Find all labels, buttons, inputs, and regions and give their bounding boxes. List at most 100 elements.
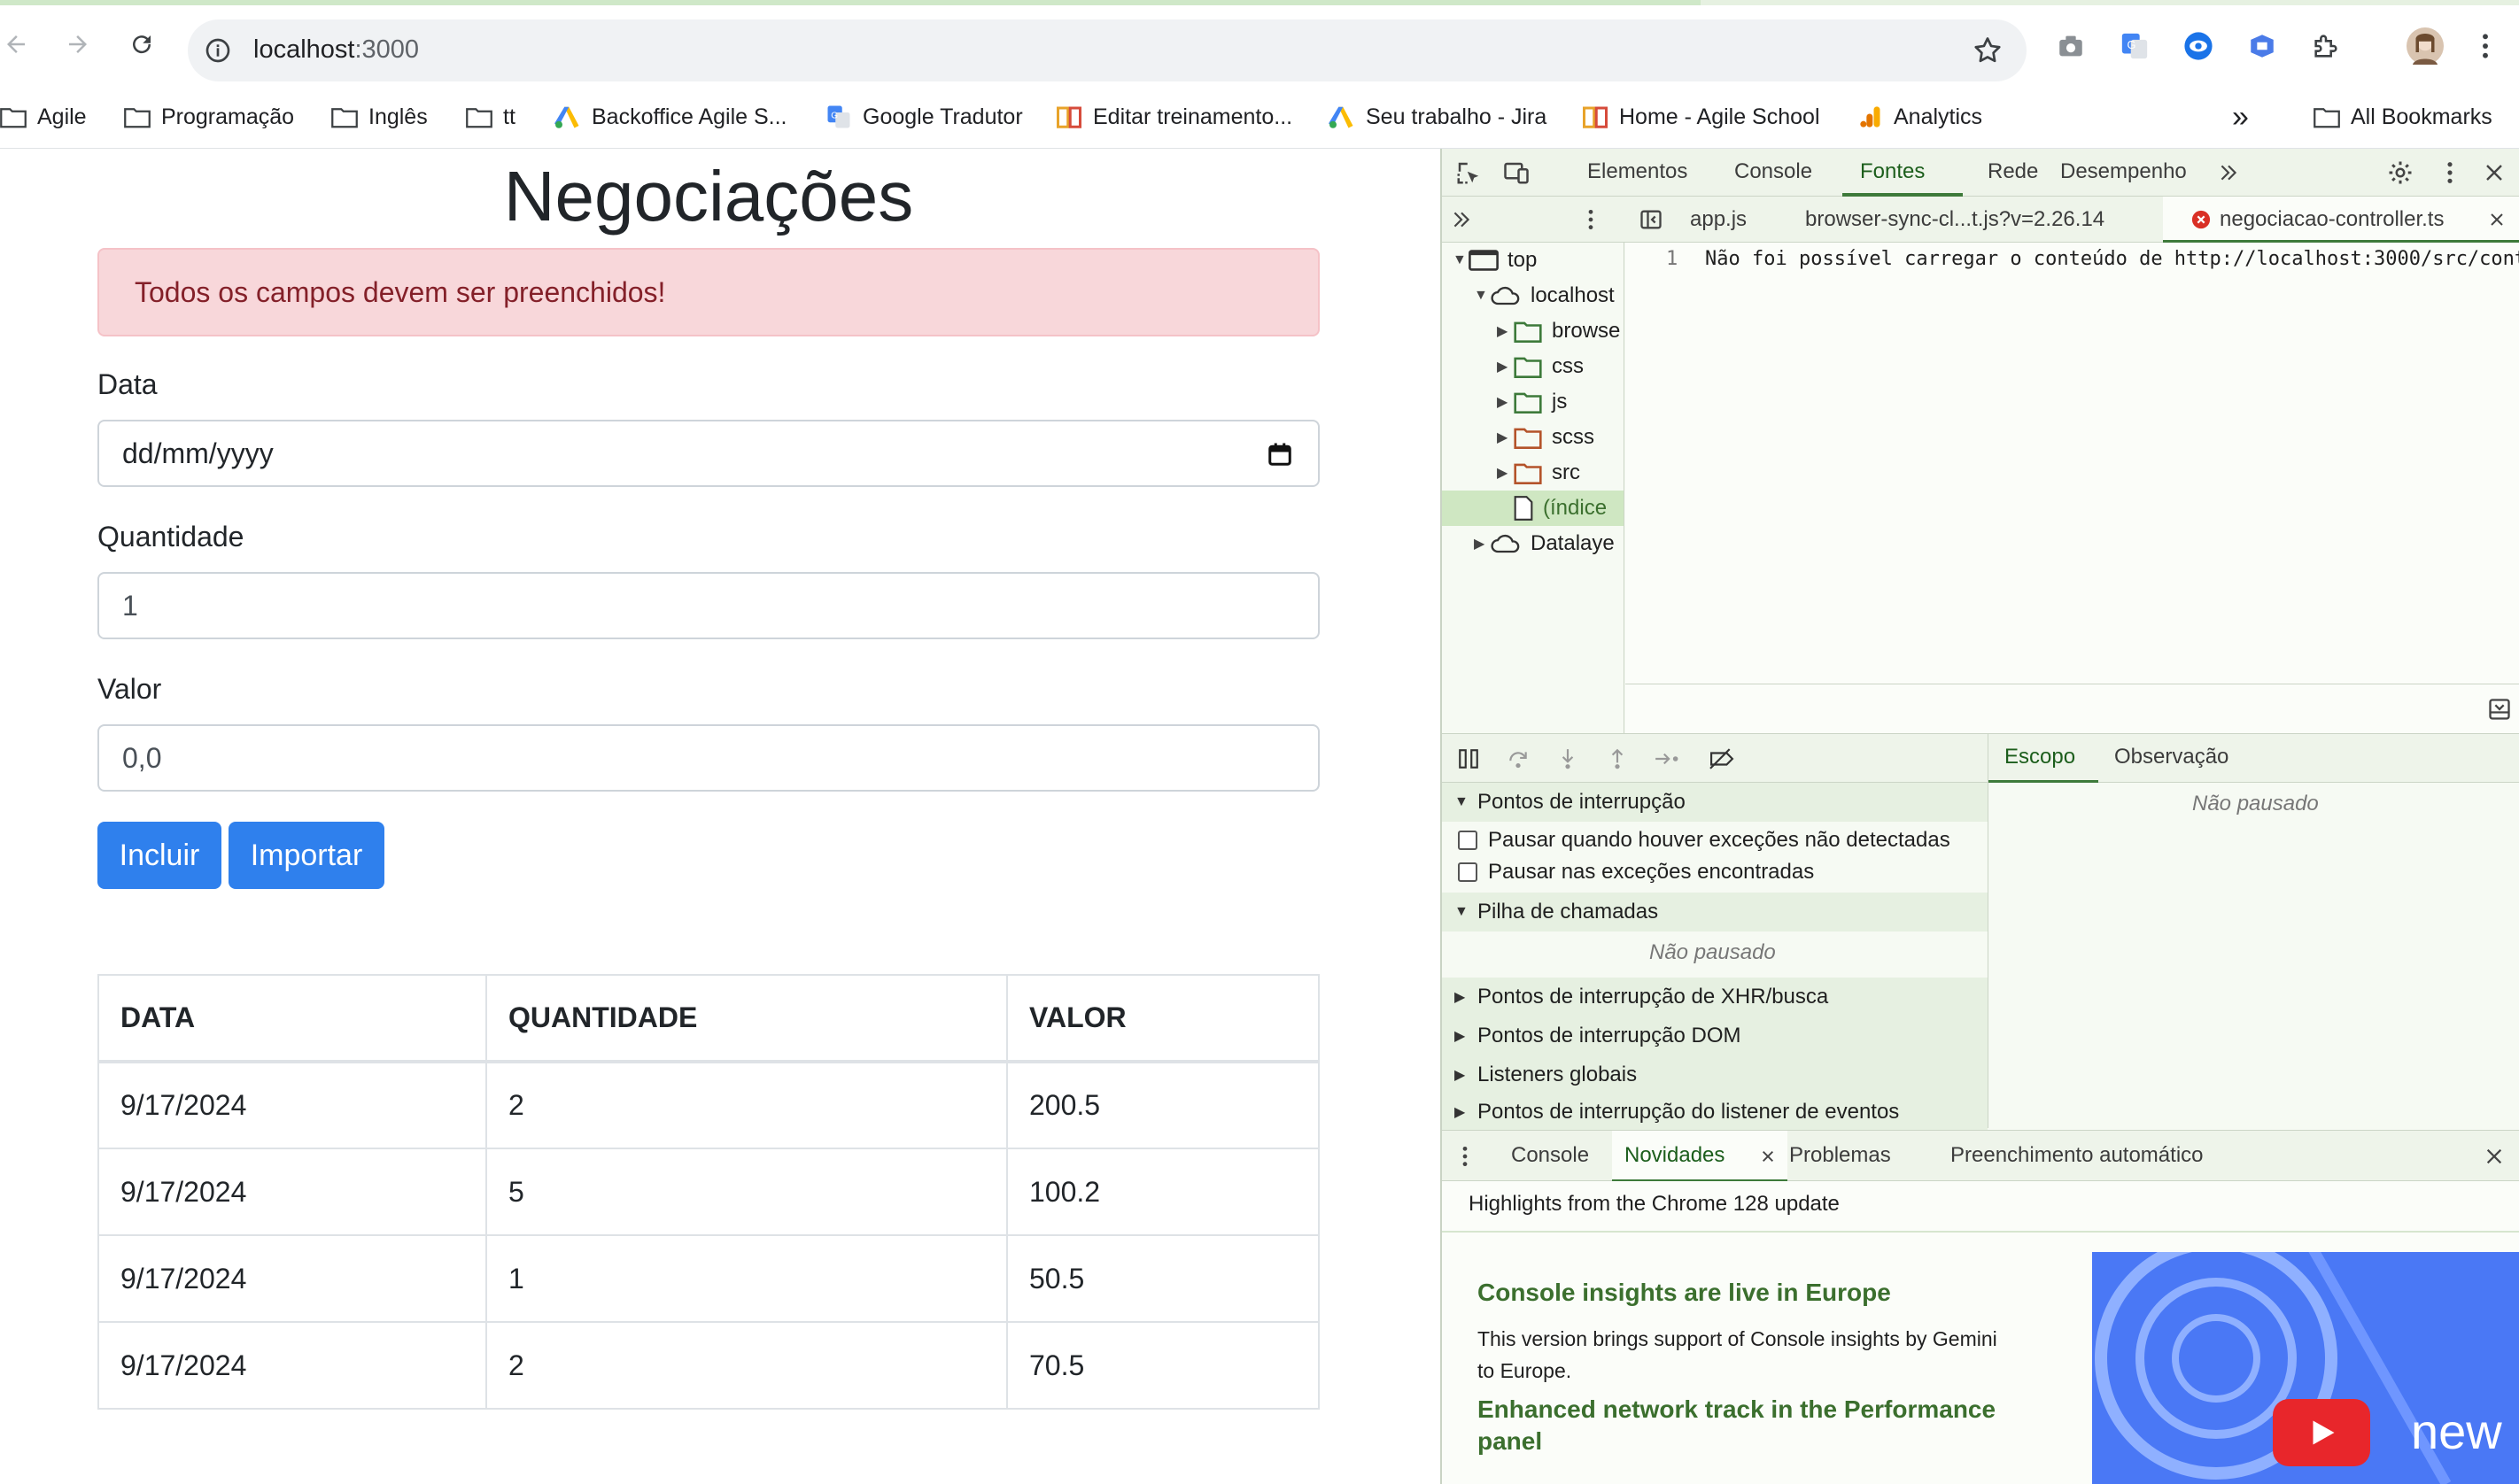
bookmark-ingles[interactable]: Inglês <box>331 99 428 135</box>
whats-new-item-title[interactable]: Enhanced network track in the Performanc… <box>1477 1394 2044 1457</box>
importar-button[interactable]: Importar <box>229 822 384 889</box>
bookmark-star-icon[interactable] <box>1972 35 2004 66</box>
data-date-input[interactable]: dd/mm/yyyy <box>97 420 1320 487</box>
more-tabs-button[interactable] <box>2214 158 2243 187</box>
eye-extension-button[interactable] <box>2181 28 2216 64</box>
section-label: Pontos de interrupção DOM <box>1477 1024 1741 1047</box>
back-arrow-icon <box>7 35 25 53</box>
reload-button[interactable] <box>120 23 163 66</box>
source-editor[interactable]: 1 Não foi possível carregar o conteúdo d… <box>1625 243 2519 684</box>
translate-extension-button[interactable]: G <box>2117 28 2152 64</box>
url-text[interactable]: localhost:3000 <box>253 34 419 66</box>
google-translate-icon: G <box>2121 33 2148 59</box>
device-toolbar-button[interactable] <box>1502 158 1531 187</box>
forward-button[interactable] <box>57 23 99 66</box>
extensions-button[interactable] <box>2308 28 2344 64</box>
section-global-listeners[interactable]: ▶ Listeners globais <box>1442 1055 1988 1094</box>
tab-console[interactable]: Console <box>1734 159 1812 184</box>
tab-fontes[interactable]: Fontes <box>1860 159 1925 184</box>
valor-label: Valor <box>97 673 162 705</box>
more-bookmarks-button[interactable]: » <box>2232 99 2249 135</box>
close-drawer-button[interactable] <box>2480 1142 2508 1171</box>
uncaught-exceptions-checkbox[interactable] <box>1458 831 1477 850</box>
quantidade-input[interactable]: 1 <box>97 572 1320 639</box>
section-breakpoints[interactable]: ▼ Pontos de interrupção <box>1442 783 1988 822</box>
bookmark-programacao[interactable]: Programação <box>124 99 294 135</box>
inspect-element-button[interactable] <box>1454 158 1483 187</box>
drawer-tab-preenchimento[interactable]: Preenchimento automático <box>1950 1143 2204 1168</box>
drawer-tab-console[interactable]: Console <box>1511 1143 1589 1168</box>
section-event-listener-breakpoints[interactable]: ▶ Pontos de interrupção do listener de e… <box>1442 1094 1988 1130</box>
address-bar[interactable]: localhost:3000 <box>188 19 2027 81</box>
incluir-button[interactable]: Incluir <box>97 822 221 889</box>
profile-avatar[interactable] <box>2406 27 2445 66</box>
drawer-tab-problemas[interactable]: Problemas <box>1789 1143 1891 1168</box>
section-dom-breakpoints[interactable]: ▶ Pontos de interrupção DOM <box>1442 1016 1988 1055</box>
back-button[interactable] <box>0 23 37 66</box>
bookmark-google-tradutor[interactable]: G Google Tradutor <box>825 99 1023 135</box>
bookmark-editar-treinamento[interactable]: Editar treinamento... <box>1056 99 1292 135</box>
step-into-button[interactable] <box>1554 745 1582 773</box>
bookmark-agile-school[interactable]: Home - Agile School <box>1582 99 1820 135</box>
calendar-icon[interactable] <box>1267 441 1293 468</box>
screenshot-extension-button[interactable] <box>2053 28 2089 64</box>
tree-file-index[interactable]: (índice <box>1442 491 1624 526</box>
bookmark-backoffice[interactable]: Backoffice Agile S... <box>554 99 787 135</box>
tab-observacao[interactable]: Observação <box>2114 745 2228 769</box>
navigator-menu-button[interactable] <box>1577 205 1605 234</box>
reader-extension-button[interactable] <box>2244 28 2280 64</box>
bookmark-analytics[interactable]: Analytics <box>1858 99 1982 135</box>
tab-elementos[interactable]: Elementos <box>1587 159 1687 184</box>
tree-node-datalayer[interactable]: ▶ Datalaye <box>1474 526 1615 561</box>
deactivate-breakpoints-button[interactable] <box>1708 745 1736 773</box>
youtube-play-button[interactable] <box>2273 1399 2370 1466</box>
cell-data: 9/17/2024 <box>97 1234 487 1323</box>
bookmark-agile[interactable]: Agile <box>0 99 87 135</box>
bookmark-jira[interactable]: Seu trabalho - Jira <box>1329 99 1546 135</box>
whats-new-video-thumbnail[interactable]: new <box>2092 1252 2519 1484</box>
file-tab-negociacao-controller[interactable]: negociacao-controller.ts <box>2163 197 2519 243</box>
bookmark-tt[interactable]: tt <box>466 99 515 135</box>
toggle-sidebar-button[interactable] <box>1637 205 1665 234</box>
collapsed-triangle-icon: ▶ <box>1497 324 1508 339</box>
tree-folder-scss[interactable]: ▶ scss <box>1497 420 1594 455</box>
whats-new-item-title[interactable]: Console insights are live in Europe <box>1477 1279 1891 1307</box>
file-tab-browser-sync[interactable]: browser-sync-cl...t.js?v=2.26.14 <box>1805 207 2104 232</box>
close-tab-icon[interactable] <box>1761 1149 1775 1163</box>
tab-rede[interactable]: Rede <box>1988 159 2038 184</box>
tab-escopo[interactable]: Escopo <box>2004 745 2075 769</box>
checkbox-row-uncaught[interactable]: Pausar quando houver exceções não detect… <box>1442 823 1988 857</box>
close-tab-icon[interactable] <box>2489 212 2505 228</box>
devtools-menu-button[interactable] <box>2436 158 2464 187</box>
tree-folder-browse[interactable]: ▶ browse <box>1497 313 1620 349</box>
toggle-debugger-icon[interactable] <box>2487 697 2512 722</box>
all-bookmarks-button[interactable]: All Bookmarks <box>2314 99 2492 135</box>
settings-button[interactable] <box>2386 158 2414 187</box>
expanded-triangle-icon: ▼ <box>1453 252 1467 267</box>
tree-folder-src[interactable]: ▶ src <box>1497 455 1580 491</box>
checkbox-row-caught[interactable]: Pausar nas exceções encontradas <box>1442 855 1988 889</box>
file-tab-app-js[interactable]: app.js <box>1690 207 1747 232</box>
valor-input[interactable]: 0,0 <box>97 724 1320 792</box>
step-button[interactable] <box>1653 745 1681 773</box>
show-navigator-button[interactable] <box>1447 205 1476 234</box>
section-xhr-breakpoints[interactable]: ▶ Pontos de interrupção de XHR/busca <box>1442 978 1988 1016</box>
site-info-icon[interactable] <box>204 36 232 65</box>
tree-node-top[interactable]: ▼ top <box>1453 243 1537 278</box>
tree-node-localhost[interactable]: ▼ localhost <box>1474 278 1615 313</box>
tab-desempenho[interactable]: Desempenho <box>2060 159 2187 184</box>
close-devtools-button[interactable] <box>2480 158 2508 187</box>
section-call-stack[interactable]: ▼ Pilha de chamadas <box>1442 893 1988 931</box>
browser-menu-button[interactable] <box>2468 28 2503 64</box>
drawer-menu-button[interactable] <box>1451 1142 1479 1171</box>
step-over-button[interactable] <box>1504 745 1532 773</box>
whats-new-item-text: This version brings support of Console i… <box>1477 1327 1997 1382</box>
caught-exceptions-checkbox[interactable] <box>1458 862 1477 882</box>
quantidade-value: 1 <box>122 590 138 622</box>
tree-folder-css[interactable]: ▶ css <box>1497 349 1584 384</box>
tree-folder-js[interactable]: ▶ js <box>1497 384 1567 420</box>
step-out-button[interactable] <box>1603 745 1632 773</box>
pause-resume-button[interactable] <box>1454 745 1483 773</box>
drawer-tab-novidades[interactable]: Novidades <box>1612 1131 1787 1182</box>
collapsed-triangle-icon: ▶ <box>1454 1105 1466 1120</box>
